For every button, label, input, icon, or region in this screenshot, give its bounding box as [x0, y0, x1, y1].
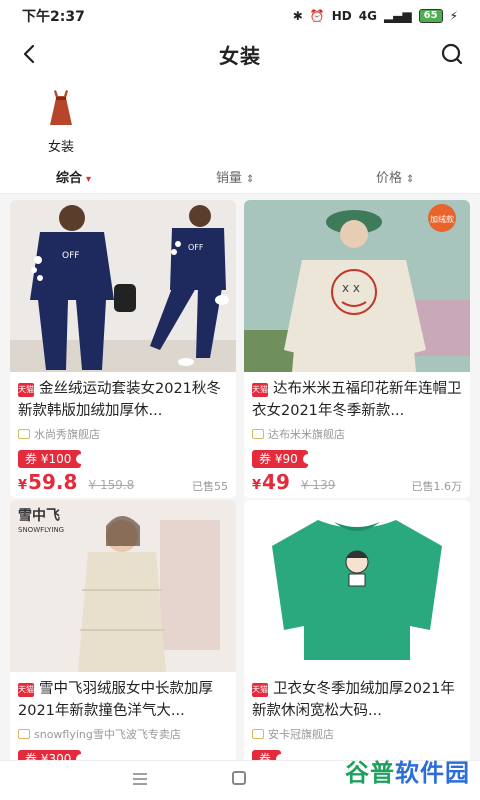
sort-comprehensive[interactable]: 综合 ▾	[56, 167, 91, 186]
product-image: OFF OFF	[10, 200, 236, 372]
menu-icon[interactable]	[132, 772, 148, 786]
product-card[interactable]: x x 加绒款 天猫 达布米米五福印花新年连帽卫衣女2021年冬季新款... 达布…	[244, 200, 470, 498]
shop-name: snowflying雪中飞波飞专卖店	[10, 722, 236, 742]
coupon-badge: 券 ¥90	[252, 450, 313, 468]
shop-icon	[252, 729, 264, 739]
svg-text:OFF: OFF	[62, 251, 79, 261]
signal-icon: ▂▄▆	[383, 9, 412, 23]
shop-icon	[252, 429, 264, 439]
status-bar: 下午2:37 ✱ ⏰ HD 4G ▂▄▆ 65 ⚡	[0, 0, 480, 32]
search-icon[interactable]	[438, 40, 466, 68]
svg-text:x x: x x	[342, 281, 360, 295]
coupon-badge: 券	[252, 750, 287, 760]
product-title: 天猫 卫衣女冬季加绒加厚2021年新款休闲宽松大码...	[252, 681, 455, 719]
sort-label: 价格	[376, 171, 403, 186]
product-title: 天猫 雪中飞羽绒服女中长款加厚2021年新款撞色洋气大...	[18, 681, 213, 719]
product-card[interactable]: 雪中飞 SNOWFLYING 天猫 雪中飞羽绒服女中长款加厚2021年新款撞色洋气…	[10, 500, 236, 760]
watermark-logo: 谷普 软件园	[345, 758, 470, 787]
sold-count: 已售55	[192, 480, 228, 493]
page-title: 女装	[219, 43, 261, 68]
sort-sales[interactable]: 销量 ⇕	[216, 167, 254, 186]
tmall-badge: 天猫	[252, 683, 268, 697]
product-title: 天猫 达布米米五福印花新年连帽卫衣女2021年冬季新款...	[252, 381, 462, 419]
network-label: 4G	[358, 9, 377, 23]
charging-icon: ⚡	[449, 9, 458, 23]
tmall-badge: 天猫	[252, 383, 268, 397]
price-row: ¥49 ¥ 139 已售1.6万	[244, 470, 470, 498]
shop-name: 水尚秀旗舰店	[10, 422, 236, 442]
hd-icon: HD	[331, 9, 352, 23]
chevron-down-icon: ▾	[86, 174, 92, 185]
status-icons: ✱ ⏰ HD 4G ▂▄▆ 65 ⚡	[293, 9, 458, 23]
shop-name: 安卡冠旗舰店	[244, 722, 470, 742]
current-price: ¥59.8	[18, 470, 78, 494]
product-card[interactable]: OFF OFF 天猫 金丝绒运动套装女2021秋冬新款韩版加绒加厚休... 水尚秀…	[10, 200, 236, 498]
product-image	[244, 500, 470, 672]
price-row: ¥59.8 ¥ 159.8 已售55	[10, 470, 236, 498]
product-image: 雪中飞 SNOWFLYING	[10, 500, 236, 672]
alarm-icon: ⏰	[309, 9, 325, 23]
sort-bar: 综合 ▾ 销量 ⇕ 价格 ⇕	[0, 158, 480, 194]
tmall-badge: 天猫	[18, 683, 34, 697]
status-time: 下午2:37	[22, 9, 85, 25]
category-strip: 女装	[0, 76, 480, 158]
original-price: ¥ 139	[300, 478, 336, 492]
bluetooth-icon: ✱	[292, 9, 303, 23]
sort-toggle-icon: ⇕	[406, 174, 415, 185]
current-price: ¥49	[252, 470, 290, 494]
category-item-womens[interactable]: 女装	[36, 88, 86, 155]
tmall-badge: 天猫	[18, 383, 34, 397]
shop-icon	[18, 429, 30, 439]
product-title: 天猫 金丝绒运动套装女2021秋冬新款韩版加绒加厚休...	[18, 381, 221, 419]
product-image: x x 加绒款	[244, 200, 470, 372]
svg-text:OFF: OFF	[188, 243, 204, 252]
dress-icon	[50, 90, 72, 125]
home-icon[interactable]	[232, 771, 246, 785]
shop-icon	[18, 729, 30, 739]
svg-text:雪中飞: 雪中飞	[18, 507, 60, 524]
sort-price[interactable]: 价格 ⇕	[376, 167, 414, 186]
coupon-badge: 券 ¥300	[18, 750, 87, 760]
coupon-badge: 券 ¥100	[18, 450, 87, 468]
svg-text:SNOWFLYING: SNOWFLYING	[18, 526, 64, 534]
category-label: 女装	[47, 140, 74, 155]
back-icon[interactable]	[16, 40, 44, 68]
product-card[interactable]: 天猫 卫衣女冬季加绒加厚2021年新款休闲宽松大码... 安卡冠旗舰店 券	[244, 500, 470, 760]
original-price: ¥ 159.8	[88, 478, 135, 492]
sold-count: 已售1.6万	[411, 480, 463, 493]
top-header: 女装	[0, 32, 480, 76]
battery-icon: 65	[418, 9, 443, 23]
sort-label: 综合	[56, 171, 83, 186]
product-grid: OFF OFF 天猫 金丝绒运动套装女2021秋冬新款韩版加绒加厚休... 水尚秀…	[0, 194, 480, 760]
shop-name: 达布米米旗舰店	[244, 422, 470, 442]
sort-label: 销量	[216, 171, 243, 186]
svg-text:加绒款: 加绒款	[430, 214, 454, 224]
sort-toggle-icon: ⇕	[246, 174, 255, 185]
